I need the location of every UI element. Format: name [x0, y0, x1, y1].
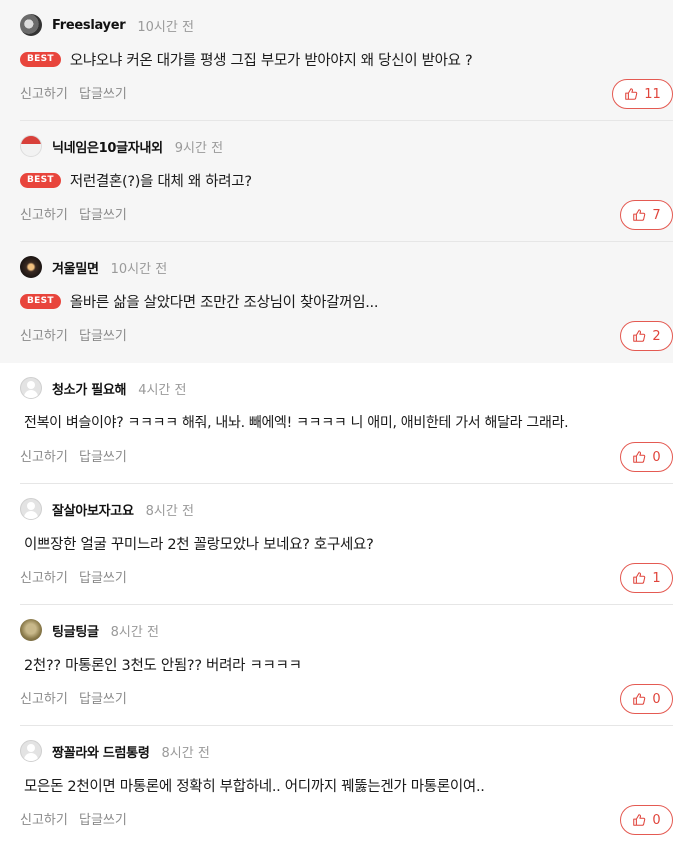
comment-list: Freeslayer 10시간 전 BEST 오냐오냐 커온 대가를 평생 그집…: [0, 0, 673, 847]
comment-actions: 신고하기 답글쓰기: [20, 446, 134, 465]
like-button[interactable]: 0: [620, 684, 673, 714]
comment-body: 모은돈 2천이면 마통론에 정확히 부합하네.. 어디까지 꿰뚫는겐가 마통론이…: [20, 773, 485, 797]
timestamp: 4시간 전: [138, 382, 187, 398]
comment-item: 겨울밀면 10시간 전 BEST 올바른 삶을 살았다면 조만간 조상님이 찾아…: [0, 242, 673, 363]
comment-body: 전복이 벼슬이야? ㅋㅋㅋㅋ 해줘, 내놔. 빼에엑! ㅋㅋㅋㅋ 니 애미, 애…: [20, 410, 569, 434]
comment-body: 2천?? 마통론인 3천도 안됨?? 버려라 ㅋㅋㅋㅋ: [20, 652, 302, 676]
like-button[interactable]: 0: [620, 442, 673, 472]
comment-text: 모은돈 2천이면 마통론에 정확히 부합하네.. 어디까지 꿰뚫는겐가 마통론이…: [24, 778, 485, 795]
timestamp: 8시간 전: [161, 745, 210, 761]
like-count: 0: [652, 691, 661, 707]
like-count: 2: [652, 328, 661, 344]
reply-button[interactable]: 답글쓰기: [79, 813, 127, 828]
reply-button[interactable]: 답글쓰기: [79, 571, 127, 586]
comment-header: 겨울밀면 10시간 전: [20, 255, 167, 279]
like-button[interactable]: 0: [620, 805, 673, 835]
comment-item: 짱꼴라와 드럼통령 8시간 전 모은돈 2천이면 마통론에 정확히 부합하네..…: [0, 726, 673, 847]
nickname[interactable]: 잘살아보자고요: [52, 500, 134, 519]
avatar[interactable]: [20, 14, 42, 36]
comment-text: 이쁘장한 얼굴 꾸미느라 2천 꼴랑모았나 보네요? 호구세요?: [24, 536, 374, 553]
comment-header: 닉네임은10글자내외 9시간 전: [20, 134, 223, 158]
like-count: 0: [652, 449, 661, 465]
thumbs-up-icon: [633, 814, 646, 826]
report-button[interactable]: 신고하기: [20, 813, 68, 828]
nickname[interactable]: 겨울밀면: [52, 258, 99, 277]
timestamp: 8시간 전: [110, 624, 159, 640]
thumbs-up-icon: [633, 330, 646, 342]
nickname[interactable]: 팅글팅글: [52, 621, 99, 640]
avatar[interactable]: [20, 377, 42, 399]
thumbs-up-icon: [633, 451, 646, 463]
avatar[interactable]: [20, 256, 42, 278]
comment-item: 청소가 필요해 4시간 전 전복이 벼슬이야? ㅋㅋㅋㅋ 해줘, 내놔. 빼에엑…: [0, 363, 673, 484]
comment-actions: 신고하기 답글쓰기: [20, 204, 134, 223]
report-button[interactable]: 신고하기: [20, 450, 68, 465]
thumbs-up-icon: [633, 693, 646, 705]
comment-actions: 신고하기 답글쓰기: [20, 809, 134, 828]
best-badge: BEST: [20, 51, 61, 67]
comment-header: 청소가 필요해 4시간 전: [20, 376, 186, 400]
comment-body: BEST 오냐오냐 커온 대가를 평생 그집 부모가 받아야지 왜 당신이 받아…: [20, 47, 473, 71]
comment-item: 잘살아보자고요 8시간 전 이쁘장한 얼굴 꾸미느라 2천 꼴랑모았나 보네요?…: [0, 484, 673, 605]
like-button[interactable]: 1: [620, 563, 673, 593]
nickname[interactable]: 닉네임은10글자내외: [52, 137, 163, 156]
comment-text: 올바른 삶을 살았다면 조만간 조상님이 찾아갈꺼임...: [69, 294, 379, 311]
nickname[interactable]: 청소가 필요해: [52, 379, 126, 398]
thumbs-up-icon: [633, 572, 646, 584]
comment-actions: 신고하기 답글쓰기: [20, 325, 134, 344]
reply-button[interactable]: 답글쓰기: [79, 208, 127, 223]
report-button[interactable]: 신고하기: [20, 329, 68, 344]
avatar[interactable]: [20, 740, 42, 762]
timestamp: 9시간 전: [174, 140, 224, 156]
comment-body: BEST 올바른 삶을 살았다면 조만간 조상님이 찾아갈꺼임...: [20, 289, 378, 313]
reply-button[interactable]: 답글쓰기: [79, 692, 127, 707]
report-button[interactable]: 신고하기: [20, 208, 68, 223]
reply-button[interactable]: 답글쓰기: [79, 87, 127, 102]
comment-header: 팅글팅글 8시간 전: [20, 618, 159, 642]
comment-actions: 신고하기 답글쓰기: [20, 567, 134, 586]
nickname[interactable]: Freeslayer: [52, 18, 126, 33]
comment-header: Freeslayer 10시간 전: [20, 13, 194, 37]
like-button[interactable]: 2: [620, 321, 673, 351]
comment-item: 닉네임은10글자내외 9시간 전 BEST 저런결혼(?)을 대체 왜 하려고?…: [0, 121, 673, 242]
like-count: 7: [652, 207, 661, 223]
thumbs-up-icon: [633, 209, 646, 221]
comment-body: BEST 저런결혼(?)을 대체 왜 하려고?: [20, 168, 252, 192]
comment-text: 오냐오냐 커온 대가를 평생 그집 부모가 받아야지 왜 당신이 받아요 ?: [69, 52, 473, 69]
comment-actions: 신고하기 답글쓰기: [20, 83, 134, 102]
comment-header: 짱꼴라와 드럼통령 8시간 전: [20, 739, 210, 763]
thumbs-up-icon: [625, 88, 638, 100]
best-badge: BEST: [20, 172, 61, 188]
timestamp: 10시간 전: [110, 261, 168, 277]
comment-text: 저런결혼(?)을 대체 왜 하려고?: [69, 173, 252, 190]
comment-body: 이쁘장한 얼굴 꾸미느라 2천 꼴랑모았나 보네요? 호구세요?: [20, 531, 374, 555]
avatar[interactable]: [20, 619, 42, 641]
like-button[interactable]: 11: [612, 79, 673, 109]
avatar[interactable]: [20, 135, 42, 157]
comment-header: 잘살아보자고요 8시간 전: [20, 497, 194, 521]
reply-button[interactable]: 답글쓰기: [79, 450, 127, 465]
timestamp: 8시간 전: [145, 503, 194, 519]
timestamp: 10시간 전: [137, 19, 194, 35]
report-button[interactable]: 신고하기: [20, 87, 68, 102]
nickname[interactable]: 짱꼴라와 드럼통령: [52, 742, 150, 761]
like-button[interactable]: 7: [620, 200, 673, 230]
report-button[interactable]: 신고하기: [20, 571, 68, 586]
best-badge: BEST: [20, 293, 61, 309]
like-count: 1: [652, 570, 661, 586]
comment-actions: 신고하기 답글쓰기: [20, 688, 134, 707]
avatar[interactable]: [20, 498, 42, 520]
like-count: 0: [652, 812, 661, 828]
comment-text: 2천?? 마통론인 3천도 안됨?? 버려라 ㅋㅋㅋㅋ: [24, 657, 302, 674]
comment-item: Freeslayer 10시간 전 BEST 오냐오냐 커온 대가를 평생 그집…: [0, 0, 673, 121]
comment-item: 팅글팅글 8시간 전 2천?? 마통론인 3천도 안됨?? 버려라 ㅋㅋㅋㅋ 신…: [0, 605, 673, 726]
reply-button[interactable]: 답글쓰기: [79, 329, 127, 344]
comment-text: 전복이 벼슬이야? ㅋㅋㅋㅋ 해줘, 내놔. 빼에엑! ㅋㅋㅋㅋ 니 애미, 애…: [24, 415, 569, 431]
like-count: 11: [644, 86, 661, 102]
report-button[interactable]: 신고하기: [20, 692, 68, 707]
